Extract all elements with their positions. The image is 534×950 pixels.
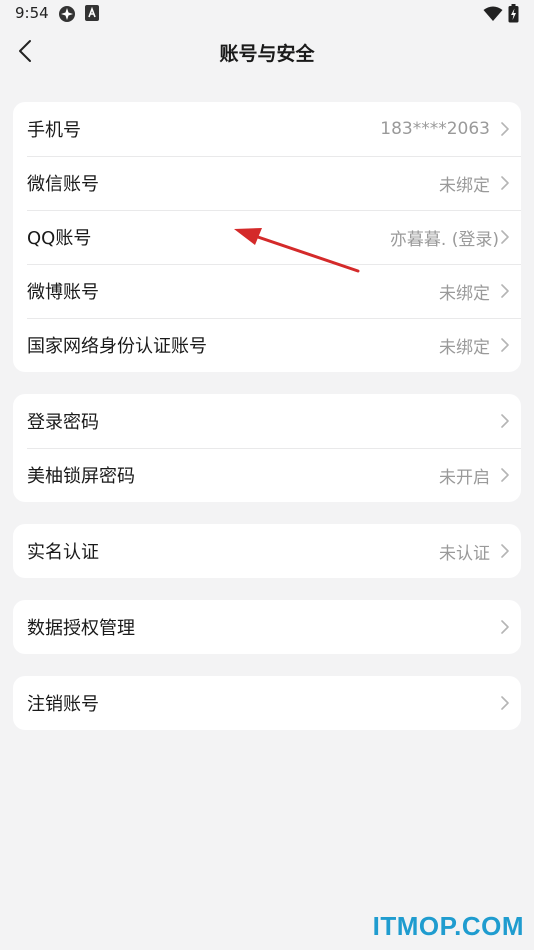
nav-bar: 账号与安全 [0, 28, 534, 74]
row-wechat-account[interactable]: 微信账号 未绑定 [13, 156, 521, 210]
row-label: 国家网络身份认证账号 [27, 336, 207, 357]
chevron-right-icon [501, 620, 509, 634]
status-time: 9:54 [15, 4, 49, 22]
status-bar: 9:54 [0, 0, 534, 28]
row-data-authorization[interactable]: 数据授权管理 [13, 600, 521, 654]
verification-group: 实名认证 未认证 [13, 524, 521, 578]
a-notification-icon [85, 5, 99, 25]
row-value: 未绑定 [439, 337, 490, 358]
row-cancel-account[interactable]: 注销账号 [13, 676, 521, 730]
row-label: 注销账号 [27, 694, 99, 715]
app-notification-icon [58, 5, 76, 27]
battery-icon [508, 4, 519, 27]
row-login-password[interactable]: 登录密码 [13, 394, 521, 448]
row-label: 数据授权管理 [27, 618, 135, 639]
row-label: 美柚锁屏密码 [27, 466, 135, 487]
chevron-right-icon [501, 544, 509, 558]
row-label: 手机号 [27, 120, 81, 141]
row-national-id-account[interactable]: 国家网络身份认证账号 未绑定 [13, 318, 521, 372]
page-title: 账号与安全 [219, 43, 315, 65]
chevron-right-icon [501, 176, 509, 190]
chevron-right-icon [501, 468, 509, 482]
row-value: 未绑定 [439, 283, 490, 304]
chevron-right-icon [501, 122, 509, 136]
chevron-right-icon [501, 696, 509, 710]
row-value: 亦暮暮. (登录) [389, 229, 499, 250]
row-label: 微信账号 [27, 174, 99, 195]
chevron-right-icon [501, 414, 509, 428]
row-qq-account[interactable]: QQ账号 亦暮暮. (登录) [13, 210, 521, 264]
row-value: 183****2063 [380, 119, 490, 139]
row-label: QQ账号 [27, 228, 92, 249]
data-authorization-group: 数据授权管理 [13, 600, 521, 654]
password-group: 登录密码 美柚锁屏密码 未开启 [13, 394, 521, 502]
row-label: 微博账号 [27, 282, 99, 303]
chevron-right-icon [501, 230, 509, 244]
watermark-logo: ITMOP.COM [372, 911, 524, 941]
cancel-account-group: 注销账号 [13, 676, 521, 730]
chevron-right-icon [501, 284, 509, 298]
row-value: 未开启 [439, 467, 490, 488]
row-value: 未认证 [439, 543, 490, 564]
row-label: 登录密码 [27, 412, 99, 433]
wifi-icon [483, 6, 503, 26]
row-lock-screen-password[interactable]: 美柚锁屏密码 未开启 [13, 448, 521, 502]
row-real-name-verification[interactable]: 实名认证 未认证 [13, 524, 521, 578]
row-weibo-account[interactable]: 微博账号 未绑定 [13, 264, 521, 318]
row-label: 实名认证 [27, 542, 99, 563]
row-value: 未绑定 [439, 175, 490, 196]
row-phone-number[interactable]: 手机号 183****2063 [13, 102, 521, 156]
chevron-right-icon [501, 338, 509, 352]
account-binding-group: 手机号 183****2063 微信账号 未绑定 QQ账号 亦暮暮. (登录) … [13, 102, 521, 372]
